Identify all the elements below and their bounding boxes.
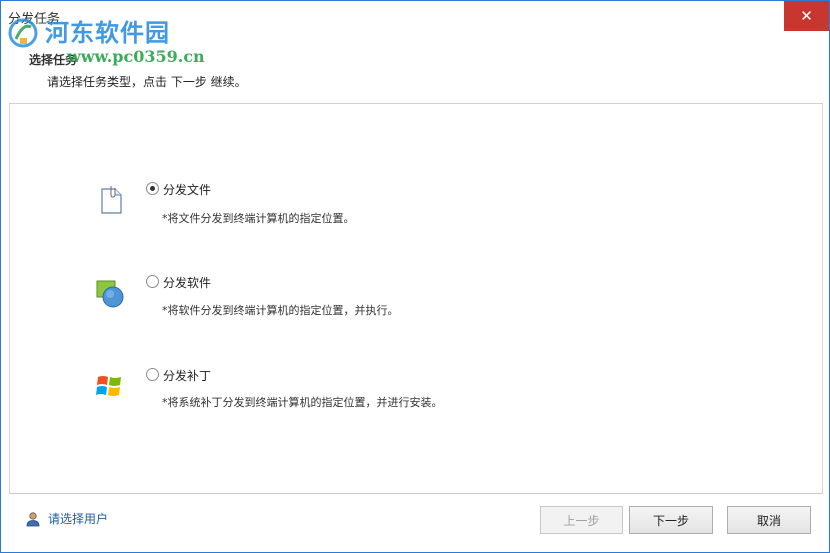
dispatch-patch-label[interactable]: 分发补丁 [163, 367, 211, 384]
next-button[interactable]: 下一步 [629, 506, 713, 534]
close-icon: ✕ [800, 7, 813, 25]
dispatch-patch-radio[interactable] [146, 368, 159, 381]
watermark-text: 河东软件园 [45, 18, 170, 47]
prev-button[interactable]: 上一步 [540, 506, 623, 534]
software-icon [96, 280, 124, 308]
task-options-panel: 分发文件 *将文件分发到终端计算机的指定位置。 分发软件 *将软件分发到终端计算… [9, 104, 823, 494]
file-icon [101, 186, 122, 214]
windows-logo-icon [96, 376, 121, 396]
close-button[interactable]: ✕ [784, 1, 829, 31]
select-user-link[interactable]: 请选择用户 [25, 510, 108, 527]
watermark-url: www.pc0359.cn [67, 47, 205, 66]
dispatch-file-label[interactable]: 分发文件 [163, 181, 211, 198]
dispatch-task-dialog: 分发任务 ✕ 选择任务 请选择任务类型，点击 下一步 继续。 分发文件 *将文件… [0, 0, 830, 553]
dispatch-patch-description: *将系统补丁分发到终端计算机的指定位置，并进行安装。 [162, 396, 443, 409]
watermark-logo [8, 18, 38, 48]
cancel-button[interactable]: 取消 [727, 506, 811, 534]
select-user-label[interactable]: 请选择用户 [48, 510, 108, 527]
header-subtitle: 请选择任务类型，点击 下一步 继续。 [47, 75, 247, 89]
user-icon [26, 511, 40, 526]
dispatch-software-label[interactable]: 分发软件 [163, 274, 211, 291]
dispatch-file-radio[interactable] [146, 182, 159, 195]
dispatch-file-description: *将文件分发到终端计算机的指定位置。 [162, 212, 355, 225]
dispatch-software-radio[interactable] [146, 275, 159, 288]
dispatch-software-description: *将软件分发到终端计算机的指定位置，并执行。 [162, 304, 399, 317]
